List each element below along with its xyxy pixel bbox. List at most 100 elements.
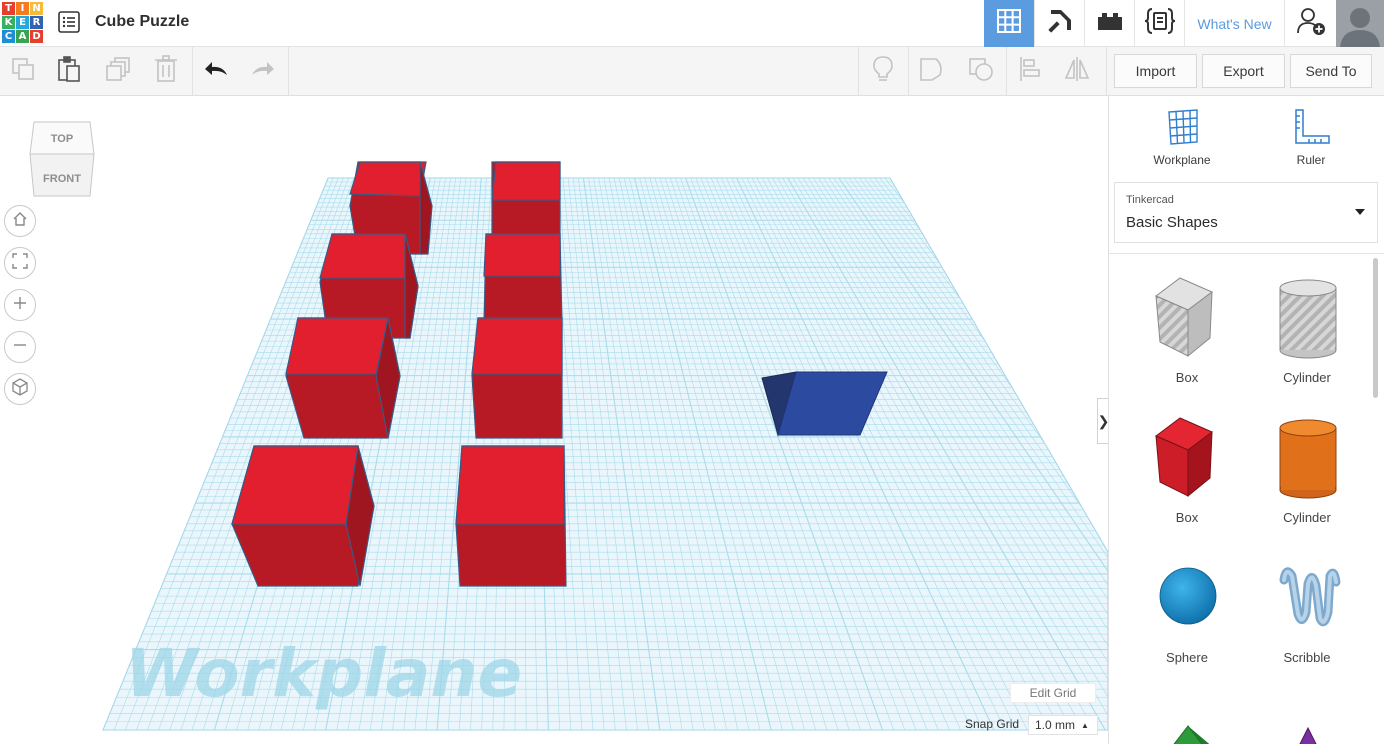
- workplane-canvas[interactable]: Workplane: [0, 96, 1108, 744]
- paste-icon: [56, 55, 82, 88]
- logo-letter: K: [2, 16, 15, 29]
- red-box-6[interactable]: [471, 317, 563, 439]
- shape-library-select[interactable]: Tinkercad Basic Shapes: [1114, 182, 1378, 243]
- shape-label: Box: [1175, 370, 1199, 385]
- roof-icon: [1173, 725, 1210, 744]
- copy-icon: [10, 56, 36, 87]
- box-solid-icon: [1155, 417, 1213, 498]
- logo-letter: D: [30, 30, 43, 43]
- scribble-icon: [1279, 567, 1341, 627]
- red-box-7[interactable]: [231, 445, 375, 587]
- trash-icon: [154, 54, 178, 88]
- bricks-button[interactable]: [1084, 0, 1134, 47]
- logo-letter: E: [16, 16, 29, 29]
- red-box-4[interactable]: [483, 233, 563, 327]
- logo-letter: I: [16, 2, 29, 15]
- zoom-in-button[interactable]: [4, 289, 36, 321]
- logo-letter: N: [30, 2, 43, 15]
- shape-label: Box: [1175, 510, 1199, 525]
- caret-up-icon: ▲: [1081, 720, 1089, 730]
- shape-sphere[interactable]: Sphere: [1137, 538, 1237, 668]
- logo-letter: C: [2, 30, 15, 43]
- pyramid-icon: [1299, 726, 1317, 744]
- mirror-button[interactable]: [1061, 55, 1093, 87]
- edit-toolbar: Import Export Send To: [0, 47, 1384, 96]
- design-list-icon[interactable]: [58, 11, 80, 33]
- library-name: Basic Shapes: [1126, 214, 1218, 231]
- logo-letter: A: [16, 30, 29, 43]
- workplane-tool-button[interactable]: Workplane: [1137, 108, 1227, 168]
- codeblocks-button[interactable]: [1134, 0, 1184, 47]
- undo-icon: [203, 59, 229, 84]
- export-button[interactable]: Export: [1202, 54, 1285, 88]
- minecraft-build-button[interactable]: [1034, 0, 1084, 47]
- cylinder-solid-icon: [1279, 419, 1337, 499]
- ungroup-button[interactable]: [965, 55, 997, 87]
- shape-box-hole[interactable]: Box: [1137, 258, 1237, 388]
- notes-button[interactable]: [867, 55, 899, 87]
- import-button[interactable]: Import: [1114, 54, 1197, 88]
- tinkercad-logo[interactable]: TIN KER CAD: [2, 2, 44, 44]
- snap-grid-select[interactable]: 1.0 mm ▲: [1028, 715, 1098, 735]
- shape-cylinder-solid[interactable]: Cylinder: [1257, 398, 1357, 528]
- zoom-out-button[interactable]: [4, 331, 36, 363]
- library-provider: Tinkercad: [1126, 194, 1174, 206]
- shape-scribble[interactable]: Scribble: [1257, 538, 1357, 668]
- toolbar-divider: [858, 47, 859, 95]
- home-icon: [12, 211, 28, 232]
- group-icon: [918, 55, 946, 88]
- shape-roof[interactable]: [1137, 678, 1237, 744]
- redo-button[interactable]: [247, 55, 279, 87]
- minus-icon: [12, 337, 28, 358]
- cylinder-hole-icon: [1279, 279, 1337, 359]
- toolbar-divider: [288, 47, 289, 95]
- paste-button[interactable]: [53, 55, 85, 87]
- fit-view-button[interactable]: [4, 247, 36, 279]
- red-box-5[interactable]: [285, 317, 401, 439]
- collapse-panel-button[interactable]: ❯: [1097, 398, 1108, 444]
- snap-grid-label: Snap Grid: [965, 717, 1020, 731]
- ruler-icon: [1293, 108, 1331, 149]
- snap-grid-value: 1.0 mm: [1035, 718, 1076, 732]
- toolbar-divider: [1106, 47, 1107, 95]
- perspective-toggle-button[interactable]: [4, 373, 36, 405]
- shapes-scrollbar[interactable]: [1373, 258, 1378, 398]
- shape-label: Sphere: [1166, 650, 1208, 665]
- design-workspace[interactable]: Workplane TOP FRONT Edit Grid Snap Grid …: [0, 96, 1108, 744]
- shape-cylinder-hole[interactable]: Cylinder: [1257, 258, 1357, 388]
- sphere-icon: [1159, 567, 1217, 625]
- send-to-button[interactable]: Send To: [1290, 54, 1372, 88]
- group-button[interactable]: [916, 55, 948, 87]
- undo-button[interactable]: [200, 55, 232, 87]
- toolbar-divider: [908, 47, 909, 95]
- whats-new-link[interactable]: What's New: [1184, 0, 1284, 47]
- top-bar: TIN KER CAD Cube Puzzle What's New: [0, 0, 1384, 47]
- 3d-design-view-button[interactable]: [984, 0, 1034, 47]
- duplicate-button[interactable]: [103, 55, 135, 87]
- panel-divider: [1109, 253, 1384, 254]
- toolbar-divider: [1006, 47, 1007, 95]
- ungroup-icon: [967, 55, 995, 88]
- user-avatar[interactable]: [1336, 0, 1384, 47]
- shape-label: Scribble: [1283, 650, 1331, 665]
- shape-box-solid[interactable]: Box: [1137, 398, 1237, 528]
- home-view-button[interactable]: [4, 205, 36, 237]
- red-box-8[interactable]: [455, 445, 567, 587]
- ruler-tool-button[interactable]: Ruler: [1266, 108, 1356, 168]
- toolbar-divider: [192, 47, 193, 95]
- delete-button[interactable]: [150, 54, 182, 88]
- redo-icon: [250, 59, 276, 84]
- perspective-cube-icon: [11, 377, 29, 401]
- workplane-watermark: Workplane: [125, 635, 522, 712]
- grid-3d-icon: [996, 8, 1022, 39]
- view-cube[interactable]: TOP FRONT: [28, 120, 96, 198]
- invite-user-button[interactable]: [1284, 0, 1336, 47]
- project-title[interactable]: Cube Puzzle: [95, 13, 189, 31]
- align-button[interactable]: [1014, 55, 1046, 87]
- copy-button[interactable]: [7, 55, 39, 87]
- plus-icon: [12, 295, 28, 316]
- shape-pyramid[interactable]: [1257, 678, 1357, 744]
- edit-grid-button[interactable]: Edit Grid: [1010, 683, 1096, 703]
- bricks-icon: [1096, 10, 1124, 37]
- chevron-right-icon: ❯: [1098, 413, 1108, 430]
